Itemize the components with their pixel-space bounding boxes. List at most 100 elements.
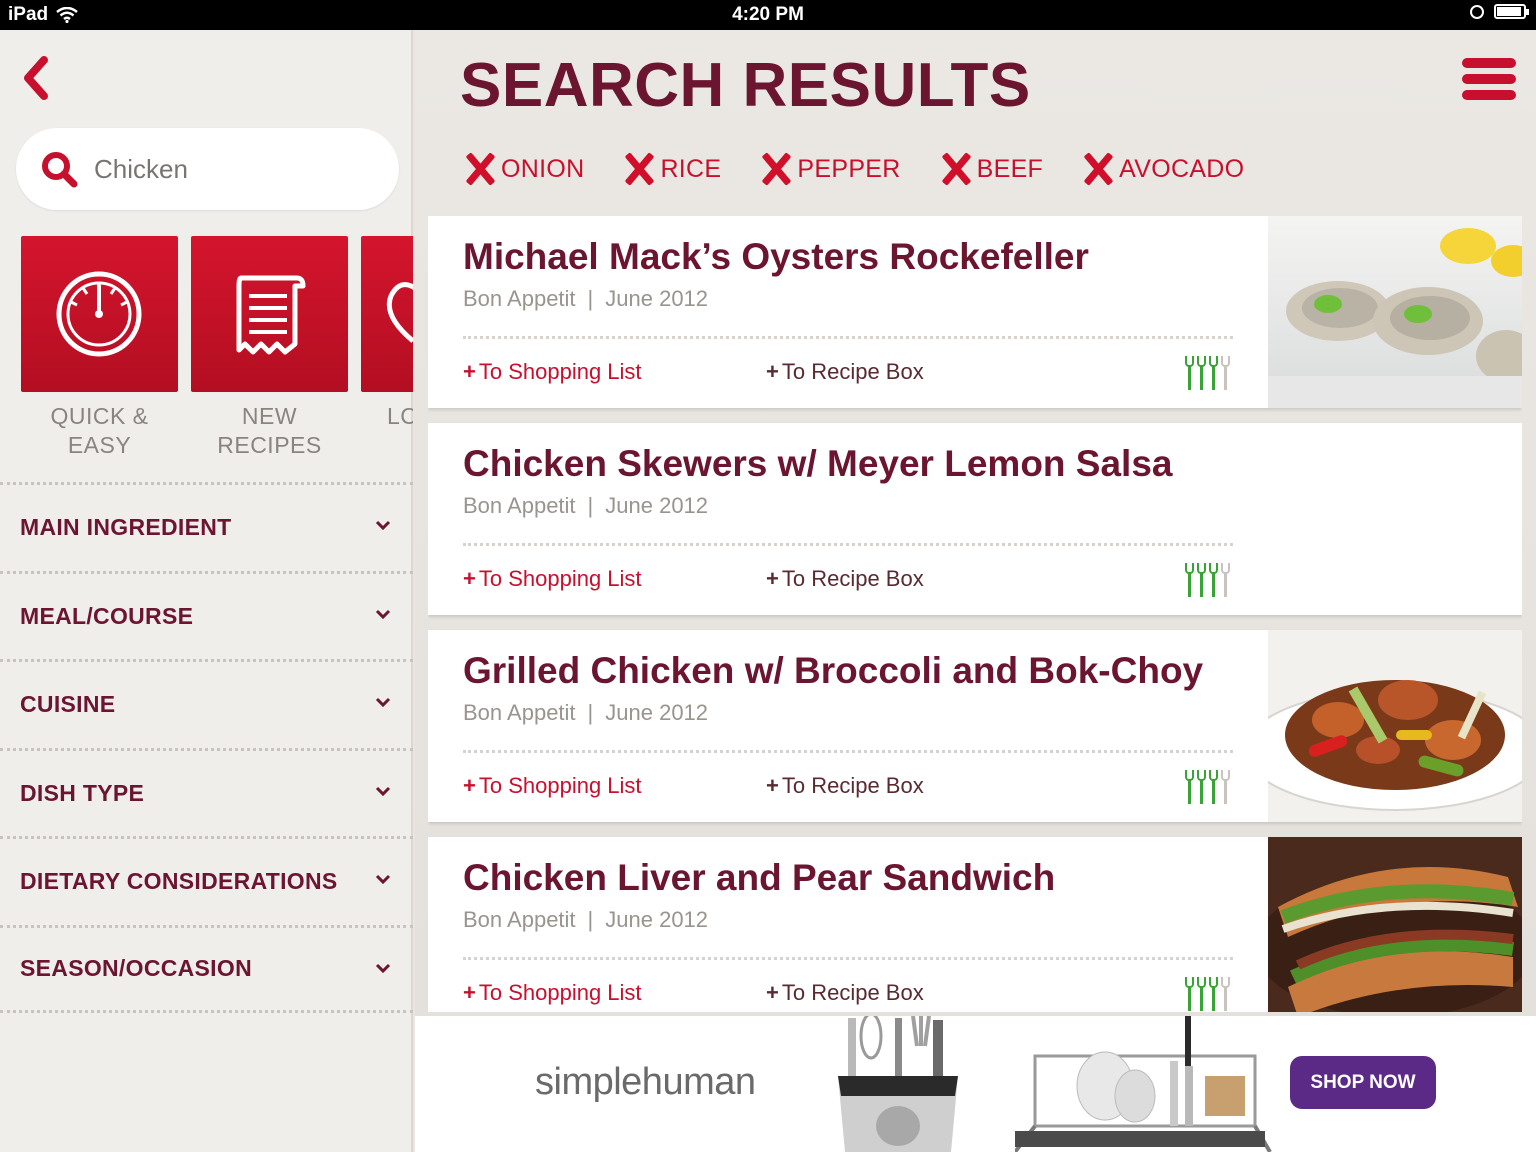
fork-rating xyxy=(1185,563,1230,597)
add-to-shopping-list-button[interactable]: + To Shopping List xyxy=(463,359,642,385)
filter-label: CUISINE xyxy=(20,691,116,718)
plus-icon: + xyxy=(766,773,779,798)
action-label: To Recipe Box xyxy=(781,359,924,384)
chip-beef[interactable]: BEEF xyxy=(939,152,1044,186)
add-to-shopping-list-button[interactable]: + To Shopping List xyxy=(463,566,642,592)
fork-stem xyxy=(1224,573,1227,597)
recipe-photo-stirfry[interactable] xyxy=(1268,630,1522,822)
recipe-title[interactable]: Chicken Skewers w/ Meyer Lemon Salsa xyxy=(463,443,1173,485)
tile-label-line1: NEW xyxy=(241,403,298,429)
fork-icon xyxy=(1209,770,1218,804)
action-label: To Shopping List xyxy=(478,359,642,384)
meta-separator: | xyxy=(587,286,594,311)
filter-meal-course[interactable]: MEAL/COURSE xyxy=(0,570,413,660)
fork-icon xyxy=(1197,770,1206,804)
recipe-photo-oysters[interactable] xyxy=(1268,216,1522,408)
filter-cuisine[interactable]: CUISINE xyxy=(0,659,413,748)
add-to-recipe-box-button[interactable]: + To Recipe Box xyxy=(766,773,924,799)
result-card[interactable]: Chicken Liver and Pear Sandwich Bon Appe… xyxy=(428,837,1522,1012)
battery-icon xyxy=(1494,4,1529,19)
chip-avocado[interactable]: AVOCADO xyxy=(1081,152,1244,186)
dotted-divider xyxy=(463,336,1233,339)
dotted-divider xyxy=(463,543,1233,546)
fork-rating xyxy=(1185,356,1230,390)
status-right xyxy=(1470,4,1529,19)
plus-icon: + xyxy=(463,980,476,1005)
tile-box xyxy=(191,236,348,392)
hamburger-bar xyxy=(1462,74,1516,84)
fork-stem xyxy=(1188,573,1191,597)
stopwatch-icon xyxy=(56,271,142,357)
remove-x-icon xyxy=(939,152,973,186)
fork-icon xyxy=(1185,770,1194,804)
fork-stem xyxy=(1224,366,1227,390)
fork-stem xyxy=(1224,987,1227,1011)
fork-rating xyxy=(1185,977,1230,1011)
result-card[interactable]: Chicken Skewers w/ Meyer Lemon Salsa Bon… xyxy=(428,423,1522,615)
recipe-photo-sandwich[interactable] xyxy=(1268,837,1522,1012)
fork-stem xyxy=(1200,987,1203,1011)
recipe-title[interactable]: Grilled Chicken w/ Broccoli and Bok-Choy xyxy=(463,650,1203,692)
fork-stem xyxy=(1188,780,1191,804)
chip-rice[interactable]: RICE xyxy=(622,152,721,186)
action-label: To Recipe Box xyxy=(781,773,924,798)
fork-stem xyxy=(1212,573,1215,597)
fork-icon xyxy=(1185,977,1194,1011)
chip-onion[interactable]: ONION xyxy=(463,152,584,186)
plus-icon: + xyxy=(766,566,779,591)
excluded-ingredient-chips: ONION RICE PEPPER BEEF AVOCADO xyxy=(463,152,1244,186)
remove-x-icon xyxy=(759,152,793,186)
action-label: To Recipe Box xyxy=(781,980,924,1005)
add-to-shopping-list-button[interactable]: + To Shopping List xyxy=(463,980,642,1006)
chip-label: BEEF xyxy=(976,154,1044,183)
fork-stem xyxy=(1188,987,1191,1011)
result-card[interactable]: Michael Mack’s Oysters Rockefeller Bon A… xyxy=(428,216,1522,408)
chevron-down-icon xyxy=(375,786,391,796)
result-card[interactable]: Grilled Chicken w/ Broccoli and Bok-Choy… xyxy=(428,630,1522,822)
tile-new-recipes[interactable]: NEW RECIPES xyxy=(191,236,348,464)
menu-button[interactable] xyxy=(1462,58,1516,100)
recipe-source: Bon Appetit xyxy=(463,700,576,725)
add-to-recipe-box-button[interactable]: + To Recipe Box xyxy=(766,359,924,385)
remove-x-icon xyxy=(622,152,656,186)
action-label: To Shopping List xyxy=(478,773,642,798)
search-input[interactable] xyxy=(94,148,384,190)
tile-box xyxy=(361,236,413,392)
remove-x-icon xyxy=(1081,152,1115,186)
shop-now-button[interactable]: SHOP NOW xyxy=(1290,1056,1436,1109)
search-bar[interactable] xyxy=(16,128,399,210)
tile-quick-easy[interactable]: QUICK & EASY xyxy=(21,236,178,464)
filter-season-occasion[interactable]: SEASON/OCCASION xyxy=(0,924,413,1013)
main-panel: SEARCH RESULTS ONION RICE PEPPER BEEF AV… xyxy=(415,30,1536,1152)
page-title: SEARCH RESULTS xyxy=(460,51,1031,120)
action-label: To Shopping List xyxy=(478,980,642,1005)
add-to-recipe-box-button[interactable]: + To Recipe Box xyxy=(766,980,924,1006)
filter-main-ingredient[interactable]: MAIN INGREDIENT xyxy=(0,482,413,571)
chevron-down-icon xyxy=(375,697,391,708)
add-to-recipe-box-button[interactable]: + To Recipe Box xyxy=(766,566,924,592)
tile-label-line1: LC xyxy=(387,403,413,429)
recipe-date: June 2012 xyxy=(605,493,709,518)
recipe-title[interactable]: Michael Mack’s Oysters Rockefeller xyxy=(463,236,1089,278)
ad-banner[interactable]: simplehuman SHOP NOW xyxy=(415,1016,1536,1152)
recipe-source: Bon Appetit xyxy=(463,907,576,932)
fork-icon xyxy=(1209,563,1218,597)
filter-dish-type[interactable]: DISH TYPE xyxy=(0,747,413,837)
filter-dietary-considerations[interactable]: DIETARY CONSIDERATIONS xyxy=(0,836,413,925)
hamburger-bar xyxy=(1462,90,1516,100)
fork-icon xyxy=(1221,977,1230,1011)
dotted-divider xyxy=(463,750,1233,753)
tile-label-line1: QUICK & xyxy=(50,403,149,429)
filter-label: DISH TYPE xyxy=(20,779,145,806)
filter-label: DIETARY CONSIDERATIONS xyxy=(20,868,338,895)
back-button[interactable] xyxy=(18,54,54,102)
chip-pepper[interactable]: PEPPER xyxy=(759,152,900,186)
tile-partial[interactable]: LC xyxy=(361,236,413,464)
recipe-meta: Bon Appetit | June 2012 xyxy=(463,907,708,933)
add-to-shopping-list-button[interactable]: + To Shopping List xyxy=(463,773,642,799)
recipe-meta: Bon Appetit | June 2012 xyxy=(463,700,708,726)
tile-box xyxy=(21,236,178,392)
recipe-title[interactable]: Chicken Liver and Pear Sandwich xyxy=(463,857,1055,899)
chevron-left-icon xyxy=(24,56,48,100)
tile-label: LC xyxy=(361,402,413,431)
